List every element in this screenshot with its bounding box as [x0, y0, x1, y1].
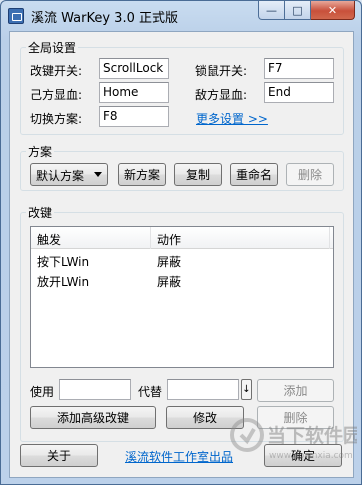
remap-list[interactable]: 触发 动作 按下LWin 屏蔽 放开LWin 屏蔽	[30, 226, 334, 368]
watermark-text-cn: 当下软件园	[267, 424, 357, 447]
use-label: 使用	[30, 385, 55, 399]
add-remap-button[interactable]: 添加	[257, 379, 334, 402]
list-item[interactable]: 按下LWin 屏蔽	[31, 251, 333, 271]
remap-toggle-label: 改键开关:	[30, 64, 83, 78]
maximize-button[interactable]: □	[285, 1, 311, 20]
add-advanced-remap-button[interactable]: 添加高级改键	[30, 406, 156, 429]
action-cell: 屏蔽	[157, 255, 182, 269]
caption-buttons: — □ ✕	[258, 1, 355, 21]
site-watermark: 当下软件园 www.downxia.com	[230, 418, 357, 461]
lock-mouse-label: 锁鼠开关:	[195, 64, 248, 78]
switch-scheme-label: 切换方案:	[30, 112, 83, 126]
about-button[interactable]: 关于	[20, 444, 98, 467]
column-header-action[interactable]: 动作	[157, 231, 181, 248]
watermark-check-mark	[239, 427, 256, 445]
delete-scheme-button[interactable]: 删除	[286, 163, 334, 186]
minimize-icon: —	[266, 3, 277, 17]
own-hp-input[interactable]: Home	[99, 82, 169, 103]
title-bar[interactable]: 溪流 WarKey 3.0 正式版 — □ ✕	[1, 1, 361, 31]
action-cell: 屏蔽	[157, 275, 182, 289]
close-button[interactable]: ✕	[311, 1, 355, 20]
app-window: 溪流 WarKey 3.0 正式版 — □ ✕ 全局设置 改键开关: Scrol…	[0, 0, 362, 485]
column-header-trigger[interactable]: 触发	[37, 231, 61, 248]
lock-mouse-input[interactable]: F7	[264, 58, 334, 79]
scheme-select[interactable]: 默认方案	[30, 163, 108, 186]
own-hp-label: 己方显血:	[30, 88, 83, 102]
studio-link[interactable]: 溪流软件工作室出品	[125, 448, 233, 465]
trigger-cell: 放开LWin	[37, 275, 90, 289]
switch-scheme-input[interactable]: F8	[99, 106, 169, 127]
scheme-group-label: 方案	[26, 143, 55, 160]
copy-scheme-button[interactable]: 复制	[174, 163, 222, 186]
replace-key-input[interactable]	[167, 379, 239, 400]
maximize-icon: □	[292, 3, 303, 17]
remap-group-label: 改键	[26, 204, 55, 221]
use-key-input[interactable]	[59, 379, 131, 400]
remap-list-header: 触发 动作	[31, 227, 333, 249]
column-divider[interactable]	[150, 227, 151, 249]
scheme-select-value: 默认方案	[36, 169, 85, 183]
watermark-text-url: www.downxia.com	[269, 451, 353, 461]
close-icon: ✕	[327, 3, 338, 17]
trigger-cell: 按下LWin	[37, 255, 90, 269]
replace-label: 代替	[138, 385, 163, 399]
client-area: 全局设置 改键开关: ScrollLock 锁鼠开关: F7 己方显血: Hom…	[9, 31, 354, 478]
list-item[interactable]: 放开LWin 屏蔽	[31, 271, 333, 291]
key-capture-button[interactable]: ↓	[241, 379, 252, 400]
new-scheme-button[interactable]: 新方案	[118, 163, 166, 186]
chevron-down-icon	[94, 172, 102, 177]
remap-toggle-input[interactable]: ScrollLock	[99, 58, 169, 79]
watermark-logo-icon	[230, 418, 264, 452]
rename-scheme-button[interactable]: 重命名	[230, 163, 278, 186]
app-window-icon	[8, 8, 24, 24]
column-divider[interactable]	[329, 227, 330, 249]
window-title: 溪流 WarKey 3.0 正式版	[31, 11, 178, 26]
arrow-down-icon: ↓	[242, 384, 251, 395]
global-settings-label: 全局设置	[26, 39, 79, 56]
enemy-hp-input[interactable]: End	[264, 82, 334, 103]
enemy-hp-label: 敌方显血:	[195, 88, 248, 102]
more-settings-link[interactable]: 更多设置 >>	[196, 110, 268, 127]
minimize-button[interactable]: —	[258, 1, 285, 20]
